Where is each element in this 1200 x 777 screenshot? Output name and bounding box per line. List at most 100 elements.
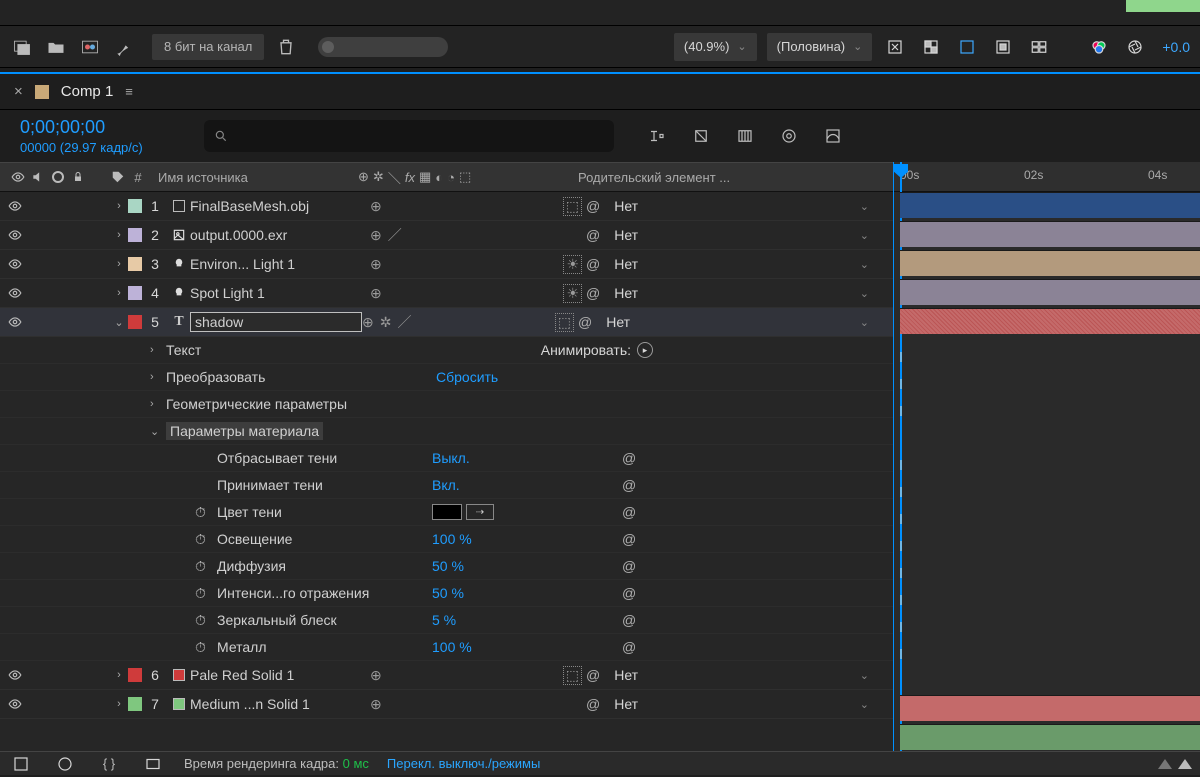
property-value[interactable]: 5 % bbox=[432, 612, 592, 628]
label-swatch[interactable] bbox=[128, 257, 142, 271]
toggle-switches-icon[interactable] bbox=[8, 751, 34, 777]
layer-name[interactable]: Environ... Light 1 bbox=[190, 256, 370, 272]
layer-bar[interactable] bbox=[900, 192, 1200, 218]
pickwhip-icon[interactable]: @ bbox=[586, 198, 600, 214]
eye-column-icon[interactable] bbox=[8, 170, 28, 184]
twisty-icon[interactable]: › bbox=[110, 200, 128, 212]
layer-switches[interactable]: ⊕⬚ bbox=[370, 197, 582, 216]
layer-switches[interactable]: ⊕☀ bbox=[370, 284, 582, 303]
animate-menu[interactable]: Анимировать:▸ bbox=[541, 342, 653, 358]
resolution-dropdown[interactable]: (Половина)⌄ bbox=[767, 33, 873, 61]
property-row[interactable]: Отбрасывает тениВыкл.@ bbox=[0, 445, 893, 472]
channel-icon[interactable] bbox=[1086, 34, 1112, 60]
property-row[interactable]: ⏱Цвет тени⇢@ bbox=[0, 499, 893, 526]
twisty-icon[interactable]: › bbox=[110, 669, 128, 681]
layer-row[interactable]: ›3Environ... Light 1⊕☀@Нет⌄ bbox=[0, 250, 893, 279]
pickwhip-icon[interactable]: @ bbox=[578, 314, 592, 330]
graph-editor-icon[interactable] bbox=[820, 123, 846, 149]
draft3d-icon[interactable] bbox=[688, 123, 714, 149]
pickwhip-icon[interactable]: @ bbox=[586, 285, 600, 301]
label-swatch[interactable] bbox=[128, 199, 142, 213]
parent-value[interactable]: Нет bbox=[614, 285, 638, 301]
property-row[interactable]: ⏱Зеркальный блеск5 %@ bbox=[0, 607, 893, 634]
brush-icon[interactable] bbox=[112, 35, 136, 59]
timeline-search[interactable] bbox=[204, 120, 614, 152]
stopwatch-icon[interactable]: ⏱ bbox=[195, 558, 217, 575]
comp-tab[interactable]: Comp 1 bbox=[61, 83, 114, 100]
stopwatch-icon[interactable]: ⏱ bbox=[195, 585, 217, 602]
property-group[interactable]: ›Геометрические параметры bbox=[0, 391, 893, 418]
expression-pickwhip-icon[interactable]: @ bbox=[622, 477, 636, 493]
layer-switches[interactable]: ⊕☀ bbox=[370, 255, 582, 274]
current-timecode[interactable]: 0;00;00;00 bbox=[20, 117, 200, 138]
property-row[interactable]: ⏱Интенси...го отражения50 %@ bbox=[0, 580, 893, 607]
region-of-interest-icon[interactable] bbox=[990, 34, 1016, 60]
brackets-icon[interactable]: { } bbox=[96, 751, 122, 777]
layer-bar[interactable] bbox=[900, 695, 1200, 721]
property-value[interactable]: 100 % bbox=[432, 639, 592, 655]
layer-bar[interactable] bbox=[900, 279, 1200, 305]
folder-icon[interactable] bbox=[44, 35, 68, 59]
parent-value[interactable]: Нет bbox=[614, 198, 638, 214]
property-group[interactable]: ⌄Параметры материала bbox=[0, 418, 893, 445]
expression-pickwhip-icon[interactable]: @ bbox=[622, 639, 636, 655]
pickwhip-icon[interactable]: @ bbox=[586, 696, 600, 712]
layer-bar[interactable] bbox=[900, 308, 1200, 334]
exposure-value[interactable]: +0.0 bbox=[1162, 39, 1190, 55]
parent-value[interactable]: Нет bbox=[614, 256, 638, 272]
property-value[interactable]: 50 % bbox=[432, 558, 592, 574]
label-swatch[interactable] bbox=[128, 286, 142, 300]
layer-bar[interactable] bbox=[900, 724, 1200, 750]
layer-switches[interactable]: ⊕✲／⬚ bbox=[362, 312, 574, 332]
twisty-icon[interactable]: › bbox=[110, 698, 128, 710]
label-swatch[interactable] bbox=[128, 697, 142, 711]
label-swatch[interactable] bbox=[128, 668, 142, 682]
expression-pickwhip-icon[interactable]: @ bbox=[622, 531, 636, 547]
parent-value[interactable]: Нет bbox=[614, 696, 638, 712]
property-value[interactable]: 50 % bbox=[432, 585, 592, 601]
parent-value[interactable]: Нет bbox=[606, 314, 630, 330]
expression-pickwhip-icon[interactable]: @ bbox=[622, 450, 636, 466]
property-row[interactable]: ⏱Металл100 %@ bbox=[0, 634, 893, 661]
aperture-icon[interactable] bbox=[1122, 34, 1148, 60]
layer-row[interactable]: ›1FinalBaseMesh.obj⊕⬚@Нет⌄ bbox=[0, 192, 893, 221]
chevron-down-icon[interactable]: ⌄ bbox=[860, 698, 869, 711]
layer-name[interactable]: shadow bbox=[190, 312, 362, 332]
stopwatch-icon[interactable]: ⏱ bbox=[195, 612, 217, 629]
frame-blend-icon[interactable] bbox=[732, 123, 758, 149]
chevron-down-icon[interactable]: ⌄ bbox=[860, 316, 869, 329]
new-comp-icon[interactable] bbox=[10, 35, 34, 59]
zoom-dropdown[interactable]: (40.9%)⌄ bbox=[674, 33, 757, 61]
layer-row[interactable]: ›4Spot Light 1⊕☀@Нет⌄ bbox=[0, 279, 893, 308]
zoom-out-icon[interactable] bbox=[1158, 759, 1172, 769]
chevron-down-icon[interactable]: ⌄ bbox=[860, 287, 869, 300]
lock-column-icon[interactable] bbox=[68, 170, 88, 184]
expression-pickwhip-icon[interactable]: @ bbox=[622, 585, 636, 601]
property-row[interactable]: ⏱Освещение100 %@ bbox=[0, 526, 893, 553]
reset-link[interactable]: Сбросить bbox=[436, 369, 596, 385]
stopwatch-icon[interactable]: ⏱ bbox=[195, 504, 217, 521]
chevron-down-icon[interactable]: ⌄ bbox=[860, 669, 869, 682]
chevron-down-icon[interactable]: ⌄ bbox=[860, 200, 869, 213]
source-name-header[interactable]: Имя источника bbox=[158, 170, 358, 185]
fast-preview-icon[interactable] bbox=[882, 34, 908, 60]
layer-row[interactable]: ›2output.0000.exr⊕／@Нет⌄ bbox=[0, 221, 893, 250]
comp-flowchart-icon[interactable] bbox=[644, 123, 670, 149]
layer-bar[interactable] bbox=[900, 250, 1200, 276]
trash-icon[interactable] bbox=[274, 35, 298, 59]
layer-name[interactable]: Pale Red Solid 1 bbox=[190, 667, 370, 683]
parent-header[interactable]: Родительский элемент ... bbox=[558, 170, 893, 185]
time-ruler[interactable]: 00s02s04s bbox=[894, 162, 1200, 192]
twisty-icon[interactable]: ⌄ bbox=[110, 316, 128, 329]
timeline-right-pane[interactable]: 00s02s04s bbox=[893, 162, 1200, 751]
grid-guides-icon[interactable] bbox=[1026, 34, 1052, 60]
mask-visibility-icon[interactable] bbox=[954, 34, 980, 60]
render-queue-icon[interactable] bbox=[52, 751, 78, 777]
adjustment-layer-icon[interactable] bbox=[78, 35, 102, 59]
pickwhip-icon[interactable]: @ bbox=[586, 227, 600, 243]
frame-icon[interactable] bbox=[140, 751, 166, 777]
layer-switches[interactable]: ⊕ bbox=[370, 696, 582, 713]
expression-pickwhip-icon[interactable]: @ bbox=[622, 504, 636, 520]
label-swatch[interactable] bbox=[128, 228, 142, 242]
twisty-icon[interactable]: › bbox=[110, 258, 128, 270]
